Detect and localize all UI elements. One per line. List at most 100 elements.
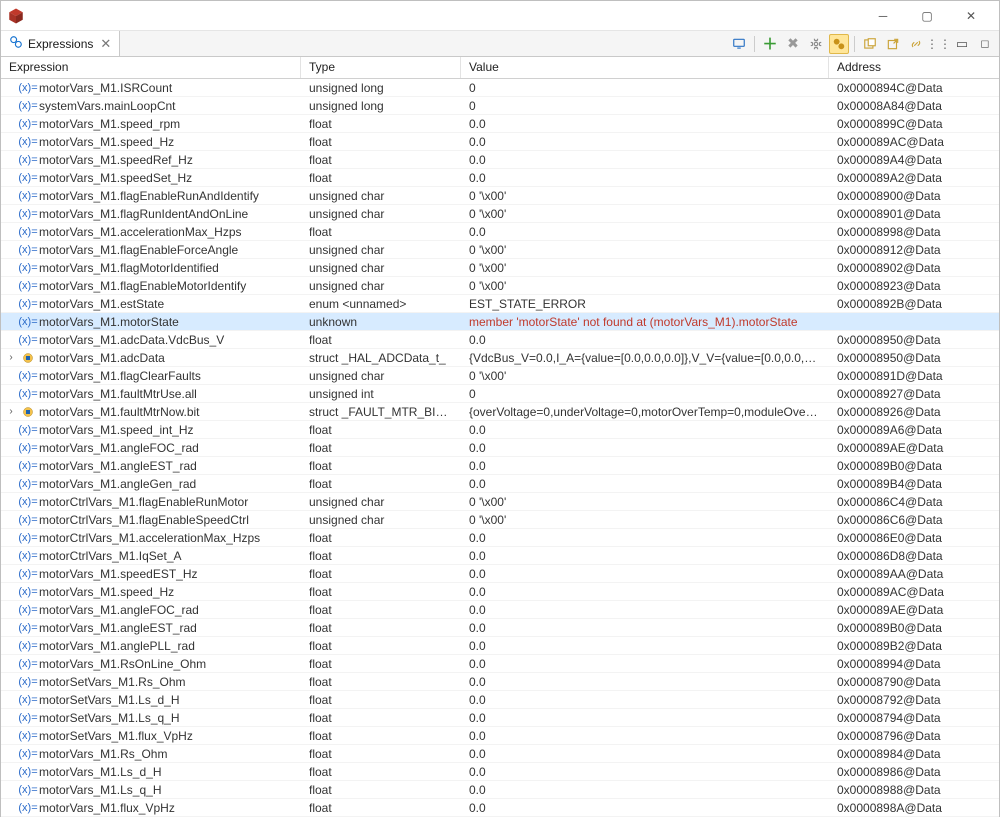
value-cell[interactable]: 0.0 [461,657,829,671]
table-row[interactable]: (x)=motorSetVars_M1.flux_VpHzfloat0.00x0… [1,727,999,745]
table-row[interactable]: (x)=motorVars_M1.speed_Hzfloat0.00x00008… [1,133,999,151]
value-cell[interactable]: 0.0 [461,711,829,725]
newtab-icon[interactable] [860,34,880,54]
value-cell[interactable]: 0 '\x00' [461,495,829,509]
table-row[interactable]: (x)=motorSetVars_M1.Ls_q_Hfloat0.00x0000… [1,709,999,727]
value-cell[interactable]: 0.0 [461,549,829,563]
value-cell[interactable]: 0.0 [461,639,829,653]
value-cell[interactable]: 0.0 [461,801,829,815]
table-row[interactable]: (x)=motorVars_M1.accelerationMax_Hzpsflo… [1,223,999,241]
table-row[interactable]: (x)=motorVars_M1.motorStateunknownmember… [1,313,999,331]
table-row[interactable]: (x)=motorCtrlVars_M1.accelerationMax_Hzp… [1,529,999,547]
value-cell[interactable]: 0.0 [461,225,829,239]
value-cell[interactable]: 0.0 [461,423,829,437]
value-cell[interactable]: 0 '\x00' [461,207,829,221]
table-row[interactable]: (x)=motorCtrlVars_M1.flagEnableRunMotoru… [1,493,999,511]
table-row[interactable]: (x)=motorVars_M1.angleEST_radfloat0.00x0… [1,457,999,475]
table-row[interactable]: (x)=motorVars_M1.flagMotorIdentifiedunsi… [1,259,999,277]
value-cell[interactable]: member 'motorState' not found at (motorV… [461,315,829,329]
table-row[interactable]: (x)=motorVars_M1.angleEST_radfloat0.00x0… [1,619,999,637]
table-row[interactable]: (x)=motorVars_M1.anglePLL_radfloat0.00x0… [1,637,999,655]
table-row[interactable]: (x)=motorVars_M1.flagEnableForceAngleuns… [1,241,999,259]
gears-icon[interactable] [829,34,849,54]
value-cell[interactable]: 0 [461,99,829,113]
value-cell[interactable]: 0.0 [461,729,829,743]
value-cell[interactable]: 0.0 [461,675,829,689]
maximize-button[interactable]: ▢ [905,2,949,30]
link-icon[interactable] [906,34,926,54]
close-icon[interactable]: ✕ [98,36,113,52]
value-cell[interactable]: 0.0 [461,531,829,545]
table-row[interactable]: (x)=motorCtrlVars_M1.flagEnableSpeedCtrl… [1,511,999,529]
table-row[interactable]: (x)=motorVars_M1.angleFOC_radfloat0.00x0… [1,601,999,619]
value-cell[interactable]: 0.0 [461,747,829,761]
table-row[interactable]: (x)=motorVars_M1.Ls_q_Hfloat0.00x0000898… [1,781,999,799]
table-row[interactable]: (x)=motorVars_M1.adcData.VdcBus_Vfloat0.… [1,331,999,349]
table-row[interactable]: (x)=motorVars_M1.speed_Hzfloat0.00x00008… [1,583,999,601]
minimize-view-icon[interactable]: ▭ [952,34,972,54]
expander-icon[interactable]: › [5,406,17,417]
table-row[interactable]: (x)=systemVars.mainLoopCntunsigned long0… [1,97,999,115]
table-row[interactable]: (x)=motorVars_M1.speedEST_Hzfloat0.00x00… [1,565,999,583]
table-row[interactable]: (x)=motorVars_M1.speed_int_Hzfloat0.00x0… [1,421,999,439]
expressions-table[interactable]: (x)=motorVars_M1.ISRCountunsigned long00… [1,79,999,818]
value-cell[interactable]: 0.0 [461,783,829,797]
table-row[interactable]: (x)=motorVars_M1.flagRunIdentAndOnLineun… [1,205,999,223]
value-cell[interactable]: 0.0 [461,459,829,473]
table-row[interactable]: (x)=motorVars_M1.angleFOC_radfloat0.00x0… [1,439,999,457]
value-cell[interactable]: 0 [461,81,829,95]
table-row[interactable]: (x)=motorCtrlVars_M1.IqSet_Afloat0.00x00… [1,547,999,565]
value-cell[interactable]: 0.0 [461,585,829,599]
table-row[interactable]: (x)=motorVars_M1.Ls_d_Hfloat0.00x0000898… [1,763,999,781]
table-row[interactable]: (x)=motorVars_M1.angleGen_radfloat0.00x0… [1,475,999,493]
table-row[interactable]: (x)=motorVars_M1.estStateenum <unnamed>E… [1,295,999,313]
tab-expressions[interactable]: Expressions ✕ [1,31,120,56]
header-type[interactable]: Type [301,57,461,78]
settings-icon[interactable] [806,34,826,54]
table-row[interactable]: (x)=motorVars_M1.flagEnableRunAndIdentif… [1,187,999,205]
value-cell[interactable]: 0.0 [461,477,829,491]
value-cell[interactable]: 0 '\x00' [461,279,829,293]
value-cell[interactable]: 0.0 [461,567,829,581]
table-row[interactable]: (x)=motorVars_M1.faultMtrUse.allunsigned… [1,385,999,403]
table-row[interactable]: (x)=motorVars_M1.RsOnLine_Ohmfloat0.00x0… [1,655,999,673]
value-cell[interactable]: 0 '\x00' [461,513,829,527]
header-address[interactable]: Address [829,57,989,78]
header-expression[interactable]: Expression [1,57,301,78]
value-cell[interactable]: 0.0 [461,441,829,455]
value-cell[interactable]: 0.0 [461,117,829,131]
table-row[interactable]: (x)=motorSetVars_M1.Rs_Ohmfloat0.00x0000… [1,673,999,691]
table-row[interactable]: (x)=motorVars_M1.speedRef_Hzfloat0.00x00… [1,151,999,169]
expander-icon[interactable]: › [5,352,17,363]
more-icon[interactable]: ⋮⋮ [929,34,949,54]
value-cell[interactable]: {VdcBus_V=0.0,I_A={value=[0.0,0.0,0.0]},… [461,351,829,365]
value-cell[interactable]: EST_STATE_ERROR [461,297,829,311]
table-row[interactable]: (x)=motorVars_M1.speed_rpmfloat0.00x0000… [1,115,999,133]
value-cell[interactable]: 0 '\x00' [461,189,829,203]
exporttab-icon[interactable] [883,34,903,54]
remove-icon[interactable]: ✖ [783,34,803,54]
minimize-button[interactable]: ─ [861,2,905,30]
table-row[interactable]: (x)=motorVars_M1.speedSet_Hzfloat0.00x00… [1,169,999,187]
value-cell[interactable]: 0 '\x00' [461,261,829,275]
table-row[interactable]: ›motorVars_M1.faultMtrNow.bitstruct _FAU… [1,403,999,421]
table-row[interactable]: (x)=motorSetVars_M1.Ls_d_Hfloat0.00x0000… [1,691,999,709]
table-row[interactable]: (x)=motorVars_M1.flux_VpHzfloat0.00x0000… [1,799,999,817]
monitor-icon[interactable] [729,34,749,54]
maximize-view-icon[interactable]: ◻ [975,34,995,54]
plus-icon[interactable]: ＋ [760,34,780,54]
table-row[interactable]: (x)=motorVars_M1.flagClearFaultsunsigned… [1,367,999,385]
value-cell[interactable]: 0.0 [461,153,829,167]
table-row[interactable]: ›motorVars_M1.adcDatastruct _HAL_ADCData… [1,349,999,367]
value-cell[interactable]: 0.0 [461,603,829,617]
table-row[interactable]: (x)=motorVars_M1.ISRCountunsigned long00… [1,79,999,97]
value-cell[interactable]: 0.0 [461,693,829,707]
table-row[interactable]: (x)=motorVars_M1.Rs_Ohmfloat0.00x0000898… [1,745,999,763]
value-cell[interactable]: 0 '\x00' [461,243,829,257]
value-cell[interactable]: 0.0 [461,765,829,779]
value-cell[interactable]: 0.0 [461,171,829,185]
table-row[interactable]: (x)=motorVars_M1.flagEnableMotorIdentify… [1,277,999,295]
value-cell[interactable]: 0 [461,387,829,401]
close-button[interactable]: ✕ [949,2,993,30]
value-cell[interactable]: {overVoltage=0,underVoltage=0,motorOverT… [461,405,829,419]
